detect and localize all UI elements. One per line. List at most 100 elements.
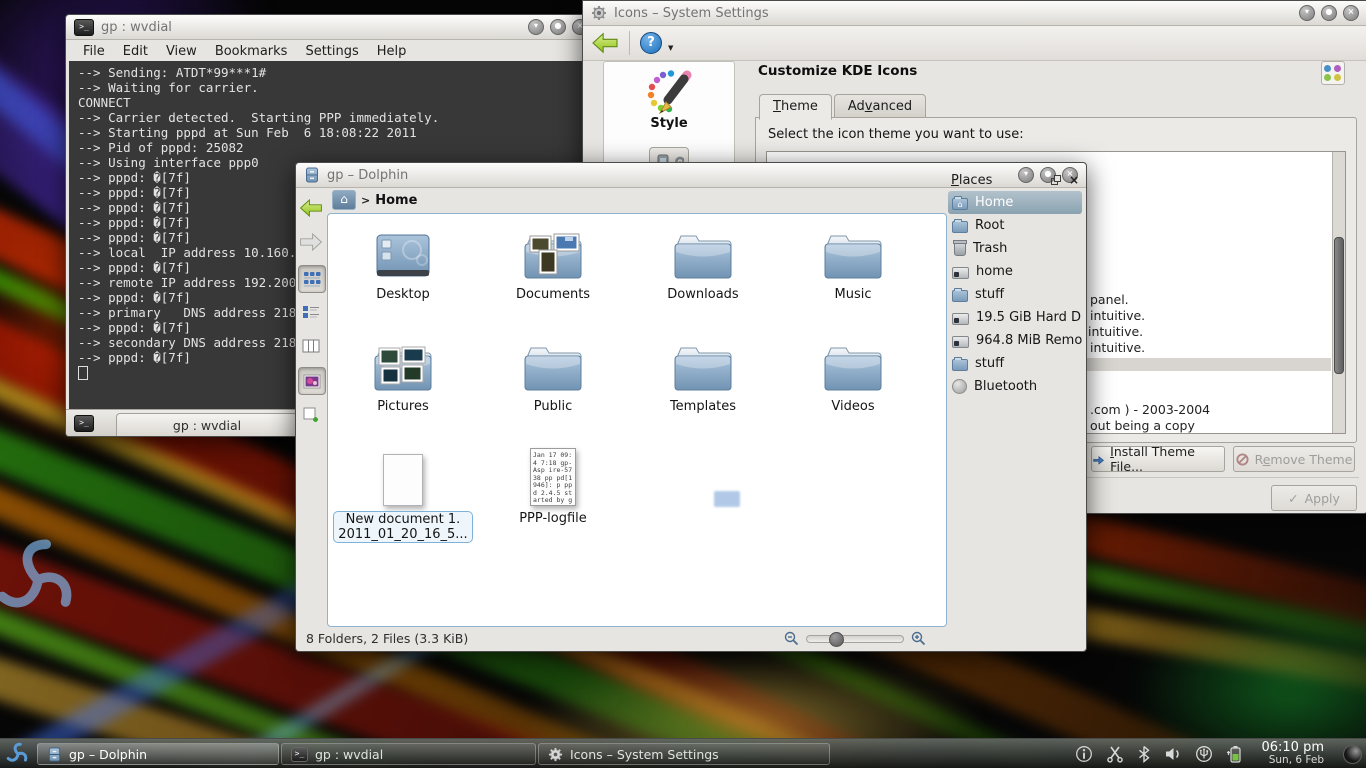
gear-icon: [548, 747, 563, 762]
folder-icon: [671, 230, 735, 282]
file-grid: Desktop Doc: [328, 220, 928, 556]
file-item-documents[interactable]: Documents: [478, 220, 628, 332]
menu-help[interactable]: Help: [368, 42, 416, 61]
file-item-videos[interactable]: Videos: [778, 332, 928, 444]
back-button[interactable]: [591, 31, 619, 55]
minimize-button[interactable]: ▾: [1299, 5, 1315, 21]
close-panel-icon[interactable]: ×: [1069, 175, 1079, 185]
system-settings-toolbar: ? ▼: [583, 26, 1366, 61]
hard-drive-icon: [952, 313, 969, 325]
scrollbar-thumb[interactable]: [1334, 237, 1344, 374]
desktop: >_ gp : wvdial ▾ ● × File Edit View Book…: [0, 0, 1366, 768]
maximize-button[interactable]: ●: [1321, 5, 1337, 21]
file-item-desktop[interactable]: Desktop: [328, 220, 478, 332]
detach-panel-icon[interactable]: [1051, 175, 1061, 185]
terminal-icon: >_: [74, 19, 94, 36]
folder-icon: [521, 342, 585, 394]
menu-view[interactable]: View: [157, 42, 206, 61]
preview-toggle-button[interactable]: [298, 367, 326, 395]
file-item-pictures[interactable]: Pictures: [328, 332, 478, 444]
menu-file[interactable]: File: [74, 42, 114, 61]
remove-theme-button[interactable]: Remove Theme: [1233, 446, 1355, 472]
folder-view[interactable]: Desktop Doc: [327, 213, 947, 627]
folder-icon: [821, 342, 885, 394]
page-title: Customize KDE Icons: [758, 63, 917, 79]
task-dolphin[interactable]: gp – Dolphin: [37, 743, 279, 765]
icons-view-button[interactable]: [298, 265, 326, 293]
blank-document-icon: [383, 454, 423, 506]
places-panel: Places × ⌂ Home Root Trash: [948, 169, 1082, 626]
split-view-button[interactable]: [298, 401, 324, 427]
file-item-music[interactable]: Music: [778, 220, 928, 332]
place-stuff-2[interactable]: stuff: [948, 352, 1082, 375]
new-tab-button[interactable]: >_: [74, 415, 94, 432]
menu-settings[interactable]: Settings: [296, 42, 367, 61]
desktop-folder-icon: [371, 230, 435, 282]
konsole-tab[interactable]: gp : wvdial >_: [116, 413, 298, 436]
terminal-cursor: [78, 366, 88, 380]
help-dropdown-caret-icon[interactable]: ▼: [668, 44, 673, 52]
device-notifier-usb-icon[interactable]: [1195, 745, 1213, 763]
terminal-line: --> Sending: ATDT*99***1#: [78, 65, 584, 80]
apply-button[interactable]: ✓ Apply: [1271, 485, 1357, 511]
place-bluetooth[interactable]: Bluetooth: [948, 375, 1082, 398]
columns-view-button[interactable]: [298, 333, 324, 359]
install-theme-button[interactable]: Install Theme File...: [1091, 446, 1225, 472]
sidebar-item-style-label: Style: [604, 116, 734, 131]
panel-cashew-icon[interactable]: [1343, 745, 1362, 764]
battery-icon[interactable]: [1226, 745, 1242, 764]
breadcrumb-current[interactable]: Home: [375, 193, 417, 208]
file-item-new-document[interactable]: New document 1. 2011_01_20_16_5...: [328, 444, 478, 556]
overview-button[interactable]: [1321, 61, 1345, 85]
klipper-scissors-icon[interactable]: [1106, 745, 1124, 763]
hard-drive-icon: [952, 267, 969, 279]
application-launcher-button[interactable]: [0, 739, 36, 768]
place-stuff[interactable]: stuff: [948, 283, 1082, 306]
file-item-ppp-logfile[interactable]: Jan 17 09:4 7:18 gp-Asp ire-5738 pp pd[1…: [478, 444, 628, 556]
place-root[interactable]: Root: [948, 214, 1082, 237]
tab-theme[interactable]: Theme: [759, 94, 832, 120]
theme-list-scrollbar[interactable]: [1332, 152, 1345, 433]
breadcrumb-home-button[interactable]: ⌂: [332, 190, 356, 210]
task-system-settings[interactable]: Icons – System Settings: [538, 743, 830, 765]
file-item-downloads[interactable]: Downloads: [628, 220, 778, 332]
zoom-slider[interactable]: [806, 635, 904, 643]
theme-select-label: Select the icon theme you want to use:: [768, 127, 1024, 142]
konsole-menubar: File Edit View Bookmarks Settings Help: [66, 40, 596, 63]
clock-widget[interactable]: 06:10 pm Sun, 6 Feb: [1261, 741, 1324, 767]
menu-bookmarks[interactable]: Bookmarks: [206, 42, 297, 61]
volume-icon[interactable]: [1164, 746, 1182, 762]
place-home[interactable]: ⌂ Home: [948, 191, 1082, 214]
forward-button[interactable]: [298, 229, 324, 255]
check-icon: ✓: [1288, 491, 1298, 506]
zoom-slider-handle[interactable]: [829, 632, 844, 647]
close-button[interactable]: ×: [1343, 5, 1359, 21]
task-konsole[interactable]: >_ gp : wvdial: [281, 743, 536, 765]
dot-icon: [1324, 74, 1331, 81]
place-trash[interactable]: Trash: [948, 237, 1082, 260]
maximize-button[interactable]: ●: [550, 19, 566, 35]
sidebar-item-style[interactable]: Style: [604, 62, 734, 131]
drag-ghost-artifact: [714, 491, 740, 507]
bluetooth-icon[interactable]: [1137, 745, 1151, 763]
wallpaper-swirl-logo: [0, 536, 82, 624]
gear-icon: [591, 5, 607, 21]
file-item-templates[interactable]: Templates: [628, 332, 778, 444]
details-view-button[interactable]: [298, 299, 324, 325]
home-icon: ⌂: [952, 198, 968, 210]
minimize-button[interactable]: ▾: [528, 19, 544, 35]
place-hard-drive[interactable]: 19.5 GiB Hard Drive: [948, 306, 1082, 329]
zoom-out-icon[interactable]: [784, 631, 799, 646]
help-button[interactable]: ?: [640, 32, 662, 54]
file-item-public[interactable]: Public: [478, 332, 628, 444]
back-button[interactable]: [298, 195, 324, 221]
zoom-in-icon[interactable]: [911, 631, 926, 646]
place-removable-drive[interactable]: 964.8 MiB Remov...: [948, 329, 1082, 352]
menu-edit[interactable]: Edit: [114, 42, 157, 61]
konsole-titlebar[interactable]: >_ gp : wvdial ▾ ● ×: [66, 15, 596, 40]
system-settings-titlebar[interactable]: Icons – System Settings ▾ ● ×: [583, 1, 1366, 26]
clock-date: Sun, 6 Feb: [1261, 754, 1324, 767]
system-tray: 06:10 pm Sun, 6 Feb: [1075, 741, 1366, 767]
info-notifications-icon[interactable]: [1075, 745, 1093, 763]
place-home-partition[interactable]: home: [948, 260, 1082, 283]
